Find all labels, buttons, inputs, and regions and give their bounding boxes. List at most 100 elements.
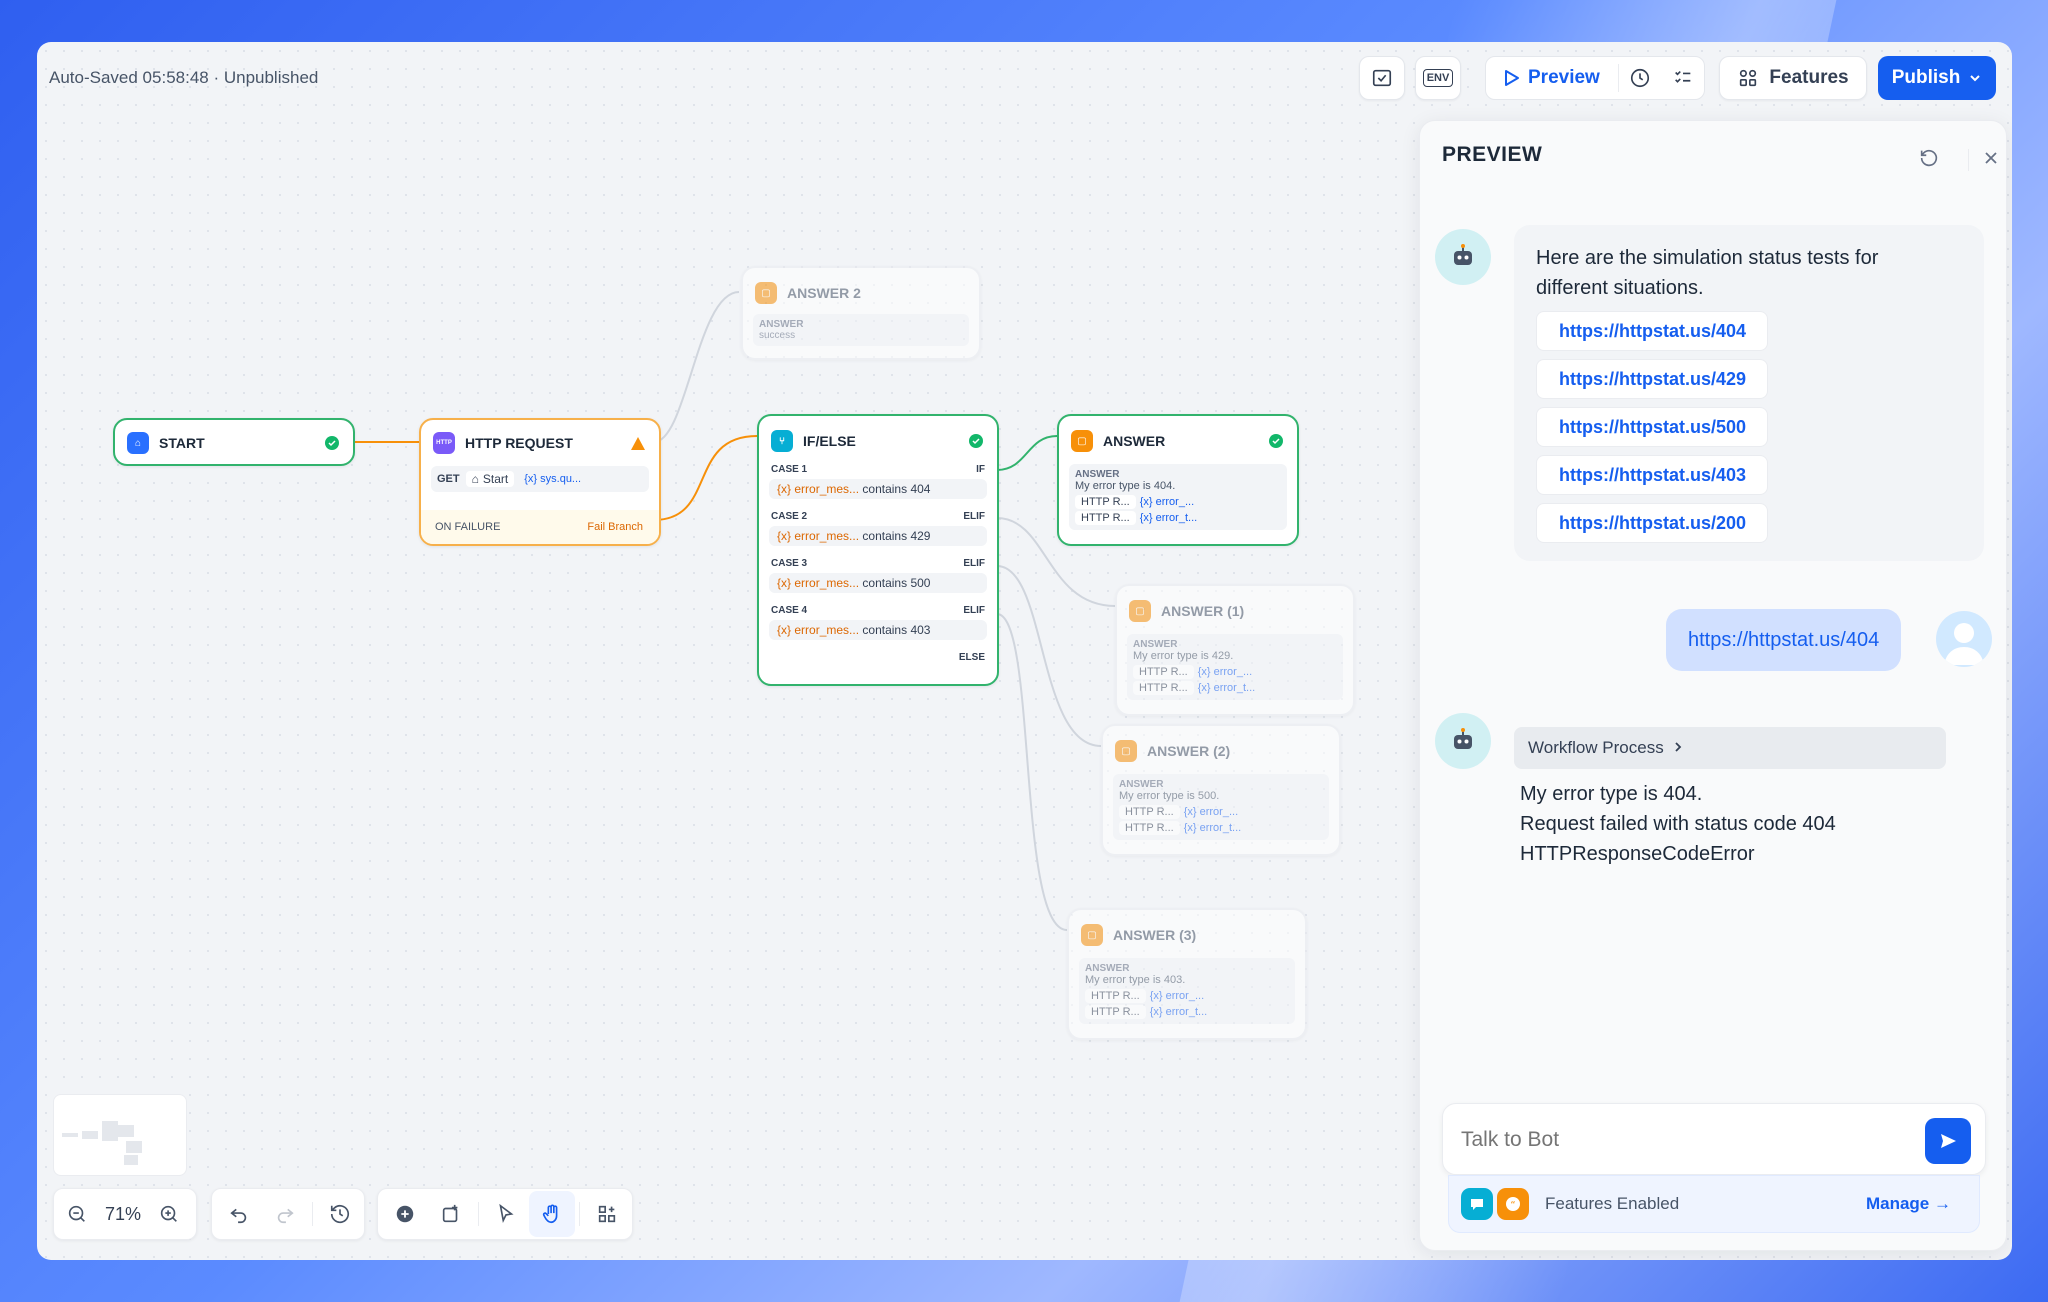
home-icon: ⌂ <box>127 432 149 454</box>
http-icon: HTTP <box>433 432 455 454</box>
manage-link[interactable]: Manage → <box>1866 1194 1951 1214</box>
success-check-icon <box>969 434 983 448</box>
link-403[interactable]: https://httpstat.us/403 <box>1536 455 1768 495</box>
user-message: https://httpstat.us/404 <box>1666 609 1902 671</box>
answer-icon: ▢ <box>1071 430 1093 452</box>
preview-button[interactable]: Preview <box>1486 64 1619 92</box>
http-request-node[interactable]: HTTP HTTP REQUEST GET ⌂ Start {x} sys.qu.… <box>419 418 661 546</box>
features-enabled-label: Features Enabled <box>1545 1194 1680 1213</box>
features-grid-icon <box>1740 69 1757 87</box>
zoom-out-button[interactable] <box>54 1191 100 1237</box>
success-check-icon <box>325 436 339 450</box>
quote-feature-icon: “ <box>1497 1188 1529 1220</box>
answer-icon: ▢ <box>1129 600 1151 622</box>
add-node-button[interactable] <box>382 1191 428 1237</box>
bot-message-1: Here are the simulation status tests for… <box>1514 225 1984 561</box>
publish-label: Publish <box>1891 67 1961 88</box>
fail-branch-label: Fail Branch <box>587 521 643 533</box>
arrow-right-icon: → <box>1934 1194 1951 1213</box>
robot-icon <box>1454 244 1472 265</box>
preview-panel: PREVIEW Here are the simulation status t… <box>1419 120 2007 1251</box>
preview-group: Preview <box>1485 56 1705 100</box>
home-small-icon: ⌂ <box>471 472 479 486</box>
chevron-right-icon <box>1675 742 1682 752</box>
version-history-button[interactable] <box>317 1191 363 1237</box>
answer-node[interactable]: ▢ ANSWER ANSWER My error type is 404. HT… <box>1057 414 1299 546</box>
zoom-level[interactable]: 71% <box>100 1204 146 1225</box>
chat-input[interactable] <box>1461 1128 1901 1152</box>
pointer-icon <box>499 1203 514 1223</box>
http-method: GET <box>437 473 460 485</box>
link-500[interactable]: https://httpstat.us/500 <box>1536 407 1768 447</box>
publish-button[interactable]: Publish <box>1878 56 1996 100</box>
user-avatar <box>1936 611 1992 667</box>
http-ref-tag: HTTP R... <box>1075 495 1136 509</box>
grid-icon <box>598 1205 616 1223</box>
add-note-button[interactable] <box>428 1191 474 1237</box>
workflow-process-toggle[interactable]: Workflow Process <box>1514 727 1946 769</box>
history-clock-icon <box>1631 68 1650 88</box>
answer-icon: ▢ <box>1081 924 1103 946</box>
organize-button[interactable] <box>584 1191 630 1237</box>
close-icon <box>1985 152 1997 164</box>
minimap-preview <box>62 1121 142 1165</box>
start-node[interactable]: ⌂ START <box>113 418 355 466</box>
chat-feature-icon <box>1461 1188 1493 1220</box>
redo-icon <box>277 1208 294 1224</box>
node-title: START <box>159 435 205 451</box>
bot-message-2: Workflow Process My error type is 404. R… <box>1514 727 1970 869</box>
preview-label: Preview <box>1528 67 1600 88</box>
features-button[interactable]: Features <box>1719 56 1867 100</box>
bot-avatar <box>1435 713 1491 769</box>
send-icon <box>1941 1134 1956 1148</box>
answer-2-node[interactable]: ▢ ANSWER 2 ANSWER success <box>741 266 981 360</box>
warning-icon <box>631 436 645 450</box>
link-404[interactable]: https://httpstat.us/404 <box>1536 311 1768 351</box>
on-failure-label: ON FAILURE <box>435 521 501 533</box>
link-200[interactable]: https://httpstat.us/200 <box>1536 503 1768 543</box>
zoom-controls: 71% <box>53 1188 197 1240</box>
undo-icon <box>230 1208 247 1224</box>
redo-button[interactable] <box>262 1191 308 1237</box>
condition-row: {x} error_mes... contains 404 <box>769 479 987 499</box>
bot-avatar <box>1435 229 1491 285</box>
zoom-in-icon <box>160 1205 177 1222</box>
svg-text:“: “ <box>1510 1200 1515 1211</box>
pointer-tool-button[interactable] <box>483 1191 529 1237</box>
condition-row: {x} error_mes... contains 500 <box>769 573 987 593</box>
if-else-node[interactable]: ⑂ IF/ELSE CASE 1 IF {x} error_mes... cont… <box>757 414 999 686</box>
minimap[interactable] <box>53 1094 187 1176</box>
robot-icon <box>1454 728 1472 749</box>
condition-row: {x} error_mes... contains 403 <box>769 620 987 640</box>
undo-button[interactable] <box>216 1191 262 1237</box>
list-check-icon <box>1674 70 1691 83</box>
success-check-icon <box>1269 434 1283 448</box>
run-history-button[interactable] <box>1619 67 1662 89</box>
branch-icon: ⑂ <box>771 430 793 452</box>
http-ref-tag: HTTP R... <box>1075 511 1136 525</box>
close-button[interactable] <box>1978 145 2004 171</box>
chat-input-box <box>1442 1103 1986 1175</box>
links-list: https://httpstat.us/404 https://httpstat… <box>1536 311 1962 543</box>
answer-2b-node[interactable]: ▢ ANSWER (2) ANSWER My error type is 500… <box>1101 724 1341 856</box>
chevron-down-icon <box>1970 75 1981 82</box>
play-icon <box>1505 70 1519 86</box>
node-title: HTTP REQUEST <box>465 435 573 451</box>
restart-button[interactable] <box>1916 145 1942 171</box>
zoom-out-icon <box>68 1205 85 1222</box>
send-button[interactable] <box>1925 1118 1971 1164</box>
hand-tool-button[interactable] <box>529 1191 575 1237</box>
link-429[interactable]: https://httpstat.us/429 <box>1536 359 1768 399</box>
workflow-editor-window: Auto-Saved 05:58:48 · Unpublished ENV Pr… <box>37 42 2012 1260</box>
condition-row: {x} error_mes... contains 429 <box>769 526 987 546</box>
zoom-in-button[interactable] <box>146 1191 192 1237</box>
answer-1-node[interactable]: ▢ ANSWER (1) ANSWER My error type is 429… <box>1115 584 1355 716</box>
plus-circle-icon <box>396 1205 414 1223</box>
answer-3-node[interactable]: ▢ ANSWER (3) ANSWER My error type is 403… <box>1067 908 1307 1040</box>
history-controls <box>211 1188 365 1240</box>
user-icon <box>1944 623 1984 665</box>
canvas-tools <box>377 1188 633 1240</box>
features-label: Features <box>1769 67 1849 88</box>
checklist-list-button[interactable] <box>1661 67 1704 89</box>
features-bar: “ Features Enabled Manage → <box>1448 1175 1980 1233</box>
